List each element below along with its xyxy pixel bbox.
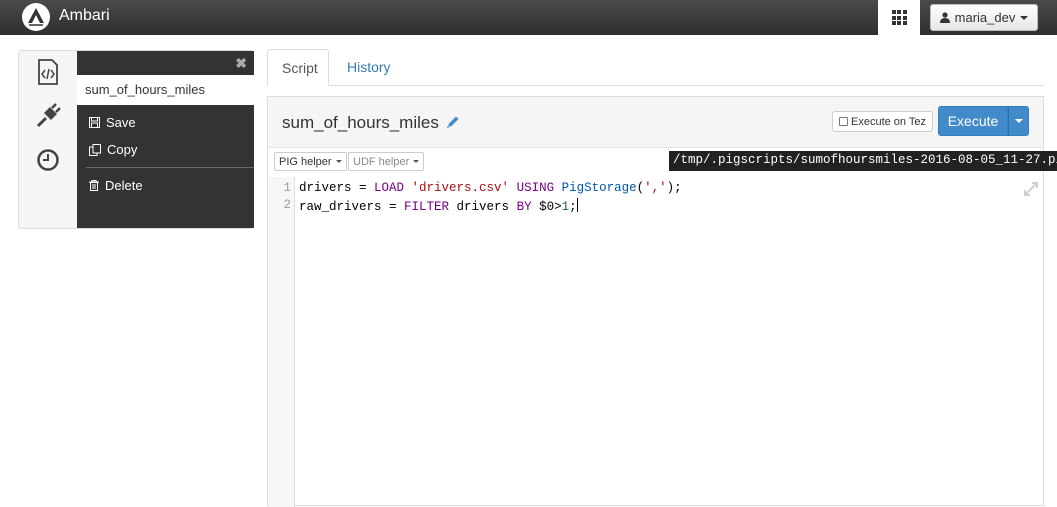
top-navbar: Ambari maria_dev [0, 0, 1057, 35]
script-file-path: /tmp/.pigscripts/sumofhoursmiles-2016-08… [669, 151, 1057, 171]
checkbox-icon[interactable] [839, 117, 848, 126]
copy-icon [89, 143, 101, 156]
apps-grid-button[interactable] [878, 0, 920, 35]
close-icon[interactable]: ✖ [235, 55, 247, 72]
chevron-down-icon [1014, 119, 1023, 123]
apps-grid-icon [891, 10, 907, 25]
tab-script[interactable]: Script [267, 49, 329, 86]
udf-helper-label: UDF helper [353, 155, 410, 168]
editor-header: sum_of_hours_miles Execute on Tez Execut… [268, 97, 1043, 148]
line-number: 2 [283, 198, 291, 212]
save-label: Save [106, 115, 136, 130]
script-context-menu: ✖ sum_of_hours_miles Save Copy Delete [77, 51, 254, 228]
expand-icon[interactable] [1023, 181, 1039, 200]
execute-on-tez-checkbox[interactable]: Execute on Tez [832, 111, 934, 132]
chevron-down-icon [1020, 15, 1029, 20]
script-title: sum_of_hours_miles [282, 113, 439, 132]
udf-plug-icon[interactable] [33, 101, 63, 131]
copy-label: Copy [107, 142, 138, 157]
tab-history[interactable]: History [333, 49, 405, 86]
line-number: 1 [283, 181, 291, 195]
pig-helper-label: PIG helper [279, 155, 332, 168]
chevron-down-icon [413, 160, 420, 163]
line-number-gutter: 1 2 [268, 177, 295, 507]
left-sidebar: ✖ sum_of_hours_miles Save Copy Delete [18, 50, 254, 229]
sidebar-icon-column [19, 51, 77, 228]
copy-menu-item[interactable]: Copy [89, 142, 137, 157]
execute-options-button[interactable] [1008, 106, 1029, 136]
menu-divider [86, 167, 254, 168]
code-line[interactable]: drivers = LOAD 'drivers.csv' USING PigSt… [299, 181, 682, 195]
save-menu-item[interactable]: Save [89, 115, 136, 130]
helper-toolbar: PIG helper UDF helper /tmp/.pigscripts/s… [268, 148, 1057, 174]
script-name-label: sum_of_hours_miles [77, 75, 254, 105]
editor-tabs: Script History [267, 49, 1044, 86]
execute-button[interactable]: Execute [938, 106, 1008, 136]
code-line[interactable]: raw_drivers = FILTER drivers BY $0>1; [299, 198, 578, 214]
delete-menu-item[interactable]: Delete [89, 178, 143, 193]
execute-on-tez-label: Execute on Tez [851, 115, 927, 128]
history-clock-icon[interactable] [33, 145, 63, 175]
text-cursor [576, 198, 578, 212]
chevron-down-icon [335, 160, 342, 163]
ambari-logo-icon[interactable] [22, 3, 50, 31]
script-icon[interactable] [33, 57, 63, 87]
user-icon [939, 12, 950, 23]
delete-label: Delete [105, 178, 143, 193]
code-editor[interactable]: 1 2 drivers = LOAD 'drivers.csv' USING P… [268, 177, 1043, 507]
app-name[interactable]: Ambari [59, 7, 110, 25]
udf-helper-dropdown[interactable]: UDF helper [348, 152, 425, 171]
trash-icon [89, 180, 99, 191]
save-icon [89, 117, 100, 128]
user-menu-button[interactable]: maria_dev [930, 4, 1038, 31]
pig-helper-dropdown[interactable]: PIG helper [274, 152, 347, 171]
pencil-icon[interactable] [446, 115, 460, 132]
script-editor-panel: sum_of_hours_miles Execute on Tez Execut… [267, 96, 1057, 507]
user-name: maria_dev [954, 10, 1016, 25]
